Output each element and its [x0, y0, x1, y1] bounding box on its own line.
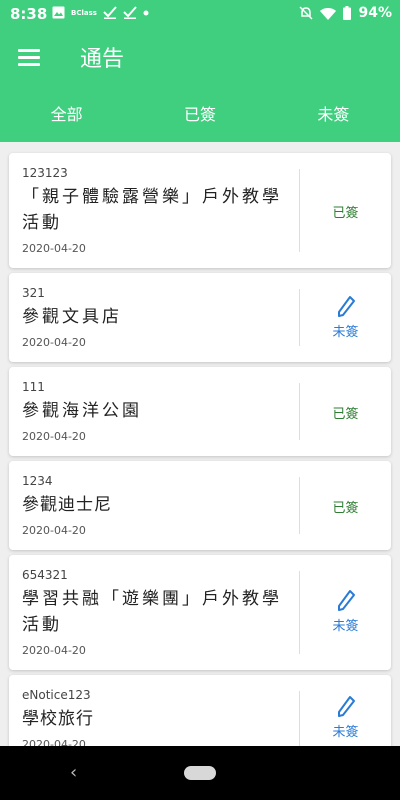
check-icon [103, 6, 117, 19]
hamburger-icon[interactable] [18, 46, 46, 70]
notice-card[interactable]: 123123 「親子體驗露營樂」戶外教學活動 2020-04-20 已簽 [9, 153, 391, 268]
pen-icon [337, 590, 355, 611]
notice-date: 2020-04-20 [22, 242, 86, 255]
notice-card[interactable]: 111 參觀海洋公園 2020-04-20 已簽 [9, 367, 391, 456]
home-pill-icon[interactable] [184, 766, 216, 780]
status-unsigned: 未簽 [332, 325, 359, 340]
notice-code: 654321 [22, 568, 68, 582]
wifi-icon [320, 7, 337, 20]
bclass-icon: BClass [71, 8, 97, 17]
status-time: 8:38 [10, 5, 48, 23]
sign-button[interactable]: 未簽 [300, 295, 391, 340]
sign-button[interactable]: 未簽 [300, 695, 391, 740]
notice-code: 123123 [22, 166, 68, 180]
pen-icon [337, 296, 355, 317]
notification-icons: BClass [52, 6, 149, 19]
notice-code: eNotice123 [22, 688, 91, 702]
notice-title: 參觀文具店 [22, 307, 122, 327]
notice-list[interactable]: 123123 「親子體驗露營樂」戶外教學活動 2020-04-20 已簽 321… [0, 142, 400, 746]
notice-title: 「親子體驗露營樂」戶外教學活動 [22, 187, 282, 233]
notice-card[interactable]: 321 參觀文具店 2020-04-20 未簽 [9, 273, 391, 362]
alarm-off-icon [299, 6, 314, 20]
notice-date: 2020-04-20 [22, 738, 86, 746]
notice-code: 111 [22, 380, 45, 394]
pen-icon [337, 696, 355, 717]
navigation-bar: ‹ [0, 746, 400, 800]
notice-title: 學校旅行 [22, 709, 94, 729]
battery-percent: 94% [358, 5, 392, 21]
status-signed: 已簽 [332, 407, 359, 422]
check-icon [123, 6, 137, 19]
app-bar: 通告 [0, 28, 400, 88]
notice-date: 2020-04-20 [22, 524, 86, 537]
tab-bar: 全部 已簽 未簽 [0, 88, 400, 142]
back-icon[interactable]: ‹ [70, 762, 77, 783]
tab-all[interactable]: 全部 [0, 88, 133, 142]
status-signed: 已簽 [332, 206, 359, 221]
dot-icon [143, 10, 149, 16]
tab-unsigned[interactable]: 未簽 [267, 88, 400, 142]
image-icon [52, 6, 65, 19]
notice-card[interactable]: 1234 參觀迪士尼 2020-04-20 已簽 [9, 461, 391, 550]
page-title: 通告 [80, 47, 125, 72]
notice-title: 學習共融「遊樂團」戶外教學活動 [22, 589, 282, 635]
notice-title: 參觀海洋公園 [22, 401, 142, 421]
notice-date: 2020-04-20 [22, 336, 86, 349]
battery-icon [343, 6, 352, 20]
notice-card[interactable]: 654321 學習共融「遊樂團」戶外教學活動 2020-04-20 未簽 [9, 555, 391, 670]
status-signed: 已簽 [332, 501, 359, 516]
notice-code: 1234 [22, 474, 53, 488]
status-unsigned: 未簽 [332, 619, 359, 634]
notice-date: 2020-04-20 [22, 644, 86, 657]
sign-button[interactable]: 未簽 [300, 589, 391, 634]
notice-card[interactable]: eNotice123 學校旅行 2020-04-20 未簽 [9, 675, 391, 746]
status-bar: 8:38 BClass 94% [0, 0, 400, 28]
status-unsigned: 未簽 [332, 725, 359, 740]
notice-title: 參觀迪士尼 [22, 495, 112, 515]
notice-date: 2020-04-20 [22, 430, 86, 443]
tab-signed[interactable]: 已簽 [133, 88, 266, 142]
notice-code: 321 [22, 286, 45, 300]
system-icons: 94% [299, 5, 392, 21]
